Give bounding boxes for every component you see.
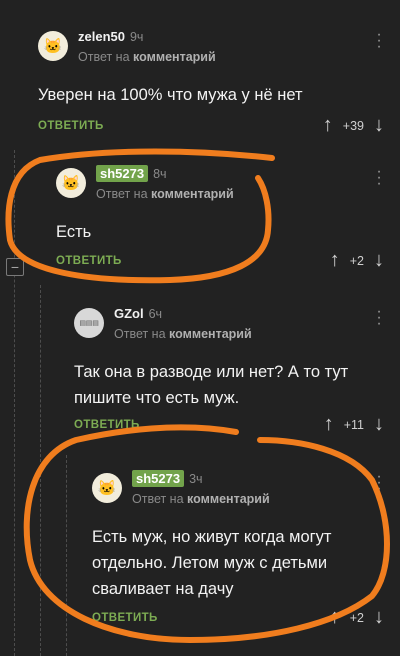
- reply-button[interactable]: ОТВЕТИТЬ: [74, 419, 140, 431]
- comment-sh5273-2: 🐱 sh5273 3ч Ответ на комментарий · · · Есть…: [92, 469, 384, 629]
- comment-text: Так она в разводе или нет? А то тут пиши…: [74, 363, 349, 407]
- reply-to[interactable]: Ответ на комментарий: [96, 187, 234, 201]
- reply-button[interactable]: ОТВЕТИТЬ: [56, 255, 122, 267]
- comment-time: 6ч: [148, 307, 163, 321]
- more-options-icon[interactable]: · · ·: [374, 304, 384, 332]
- reply-to[interactable]: Ответ на комментарий: [114, 327, 252, 341]
- avatar-image-icon: ▤▤▤: [79, 320, 99, 327]
- cat-avatar-icon: 🐱: [43, 38, 63, 55]
- vote-count: +11: [343, 417, 364, 432]
- username[interactable]: GZol: [114, 306, 144, 321]
- avatar[interactable]: 🐱: [38, 31, 68, 61]
- upvote-icon[interactable]: ↑: [330, 606, 340, 629]
- comment-text: Есть муж, но живут когда могут отдельно.…: [92, 528, 332, 598]
- upvote-icon[interactable]: ↑: [323, 114, 333, 137]
- vote-count: +2: [349, 610, 364, 625]
- upvote-icon[interactable]: ↑: [330, 249, 340, 272]
- cat-avatar-icon: 🐱: [97, 480, 117, 497]
- cat-avatar-icon: 🐱: [61, 175, 81, 192]
- username-highlighted[interactable]: sh5273: [132, 470, 185, 487]
- thread-line-level2: [40, 285, 41, 656]
- reply-to[interactable]: Ответ на комментарий: [132, 492, 270, 506]
- reply-button[interactable]: ОТВЕТИТЬ: [92, 612, 158, 624]
- vote-count: +2: [349, 253, 364, 268]
- more-options-icon[interactable]: · · ·: [374, 27, 384, 55]
- collapse-thread-icon[interactable]: −: [6, 258, 24, 276]
- comment-zelen50: 🐱 zelen50 9ч Ответ на комментарий · · · Уве…: [38, 27, 384, 137]
- comment-text: Уверен на 100% что мужа у нё нет: [38, 86, 303, 104]
- more-options-icon[interactable]: · · ·: [374, 164, 384, 192]
- vote-count: +39: [342, 118, 364, 133]
- avatar[interactable]: ▤▤▤: [74, 308, 104, 338]
- thread-line-level3: [66, 455, 67, 656]
- downvote-icon[interactable]: ↓: [374, 413, 384, 436]
- downvote-icon[interactable]: ↓: [374, 249, 384, 272]
- upvote-icon[interactable]: ↑: [324, 413, 334, 436]
- username[interactable]: zelen50: [78, 29, 125, 44]
- downvote-icon[interactable]: ↓: [374, 606, 384, 629]
- avatar[interactable]: 🐱: [92, 473, 122, 503]
- comment-text: Есть: [56, 223, 92, 241]
- downvote-icon[interactable]: ↓: [374, 114, 384, 137]
- more-options-icon[interactable]: · · ·: [374, 469, 384, 497]
- reply-button[interactable]: ОТВЕТИТЬ: [38, 120, 104, 132]
- thread-line-level1: [14, 150, 15, 656]
- comment-time: 9ч: [129, 30, 144, 44]
- reply-to[interactable]: Ответ на комментарий: [78, 50, 216, 64]
- comment-time: 3ч: [189, 472, 203, 486]
- comment-time: 8ч: [153, 167, 167, 181]
- avatar[interactable]: 🐱: [56, 168, 86, 198]
- username-highlighted[interactable]: sh5273: [96, 165, 149, 182]
- comment-gzol: ▤▤▤ GZol 6ч Ответ на комментарий · · · Так …: [74, 304, 384, 436]
- comment-sh5273-1: 🐱 sh5273 8ч Ответ на комментарий · · · Есть…: [56, 164, 384, 277]
